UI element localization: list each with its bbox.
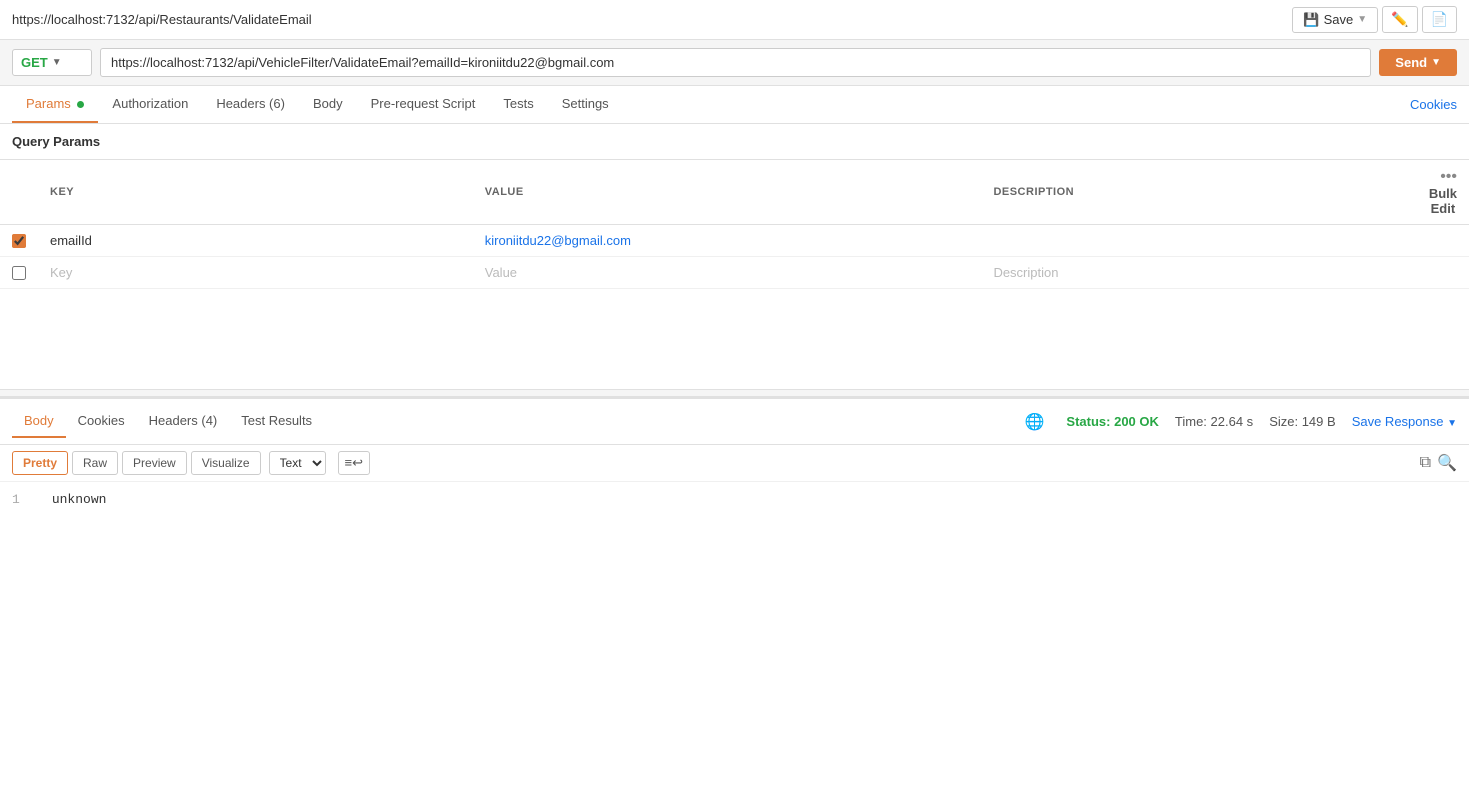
query-params-header: Query Params <box>0 124 1469 160</box>
table-row-empty: Key Value Description <box>0 257 1469 289</box>
top-bar: https://localhost:7132/api/Restaurants/V… <box>0 0 1469 40</box>
request-tabs-row: Params Authorization Headers (6) Body Pr… <box>0 86 1469 124</box>
tab-body[interactable]: Body <box>299 86 357 123</box>
method-label: GET <box>21 55 48 70</box>
tab-authorization[interactable]: Authorization <box>98 86 202 123</box>
params-table: KEY VALUE DESCRIPTION ••• Bulk Edit <box>0 160 1469 289</box>
col-check-header <box>0 160 38 225</box>
response-size: Size: 149 B <box>1269 414 1336 429</box>
line-number: 1 <box>12 492 32 507</box>
cookies-link[interactable]: Cookies <box>1410 87 1457 122</box>
col-value-header: VALUE <box>473 160 982 225</box>
tab-response-cookies[interactable]: Cookies <box>66 405 137 438</box>
response-section: Body Cookies Headers (4) Test Results 🌐 … <box>0 397 1469 517</box>
response-content: unknown <box>52 492 107 507</box>
response-actions: ⧉ 🔍 <box>1420 453 1457 473</box>
comment-button[interactable]: 📄 <box>1422 6 1457 33</box>
param-key: emailId <box>50 233 92 248</box>
tab-pre-request[interactable]: Pre-request Script <box>357 86 490 123</box>
tab-headers[interactable]: Headers (6) <box>202 86 299 123</box>
tab-response-test-results[interactable]: Test Results <box>229 405 324 438</box>
empty-desc-placeholder: Description <box>993 265 1058 280</box>
save-icon: 💾 <box>1303 12 1319 28</box>
format-pretty-button[interactable]: Pretty <box>12 451 68 475</box>
wrap-button[interactable]: ≡↩ <box>338 451 370 475</box>
tab-params[interactable]: Params <box>12 86 98 123</box>
empty-value-placeholder: Value <box>485 265 517 280</box>
text-format-wrapper: Text <box>269 451 330 475</box>
save-chevron-icon: ▼ <box>1357 14 1367 25</box>
format-tabs: Pretty Raw Preview Visualize <box>12 451 261 475</box>
globe-icon: 🌐 <box>1025 412 1045 432</box>
empty-key-placeholder: Key <box>50 265 72 280</box>
page-title: https://localhost:7132/api/Restaurants/V… <box>12 12 312 27</box>
format-visualize-button[interactable]: Visualize <box>191 451 261 475</box>
search-response-button[interactable]: 🔍 <box>1437 453 1457 473</box>
save-response-chevron-icon: ▼ <box>1447 418 1457 429</box>
params-dot <box>77 101 84 108</box>
method-chevron-icon: ▼ <box>52 57 62 68</box>
edit-button[interactable]: ✏️ <box>1382 6 1417 33</box>
wrap-icon: ≡↩ <box>345 455 363 470</box>
col-actions-header: ••• Bulk Edit <box>1417 160 1469 225</box>
copy-response-button[interactable]: ⧉ <box>1420 454 1431 472</box>
tab-response-headers[interactable]: Headers (4) <box>137 405 230 438</box>
format-raw-button[interactable]: Raw <box>72 451 118 475</box>
table-row: emailId kironiitdu22@bgmail.com <box>0 225 1469 257</box>
panel-divider[interactable] <box>0 389 1469 397</box>
tab-tests[interactable]: Tests <box>489 86 547 123</box>
url-bar: GET ▼ Send ▼ <box>0 40 1469 86</box>
col-desc-header: DESCRIPTION <box>981 160 1416 225</box>
query-params-section: Query Params KEY VALUE DESCRIPTION ••• B… <box>0 124 1469 289</box>
url-input[interactable] <box>100 48 1371 77</box>
save-response-button[interactable]: Save Response ▼ <box>1352 414 1457 429</box>
response-header: Body Cookies Headers (4) Test Results 🌐 … <box>0 399 1469 445</box>
tab-settings[interactable]: Settings <box>548 86 623 123</box>
response-line: 1 unknown <box>12 492 1457 507</box>
top-bar-actions: 💾 Save ▼ ✏️ 📄 <box>1292 6 1457 33</box>
param-value: kironiitdu22@bgmail.com <box>485 233 631 248</box>
more-options-button[interactable]: ••• <box>1440 168 1457 186</box>
save-button[interactable]: 💾 Save ▼ <box>1292 7 1378 33</box>
send-button[interactable]: Send ▼ <box>1379 49 1457 76</box>
bulk-edit-button[interactable]: Bulk Edit <box>1429 186 1457 216</box>
response-body-toolbar: Pretty Raw Preview Visualize Text ≡↩ ⧉ 🔍 <box>0 445 1469 482</box>
text-format-select[interactable]: Text <box>269 451 326 475</box>
response-meta: 🌐 Status: 200 OK Time: 22.64 s Size: 149… <box>1025 412 1458 432</box>
request-tabs: Params Authorization Headers (6) Body Pr… <box>12 86 623 123</box>
empty-row-checkbox[interactable] <box>12 266 26 280</box>
response-time: Time: 22.64 s <box>1175 414 1253 429</box>
col-key-header: KEY <box>38 160 473 225</box>
response-body: 1 unknown <box>0 482 1469 517</box>
response-status: Status: 200 OK <box>1066 414 1158 429</box>
tab-response-body[interactable]: Body <box>12 405 66 438</box>
method-select[interactable]: GET ▼ <box>12 49 92 76</box>
row-checkbox[interactable] <box>12 234 26 248</box>
send-chevron-icon: ▼ <box>1431 57 1441 68</box>
response-tabs: Body Cookies Headers (4) Test Results <box>12 405 324 438</box>
format-preview-button[interactable]: Preview <box>122 451 187 475</box>
